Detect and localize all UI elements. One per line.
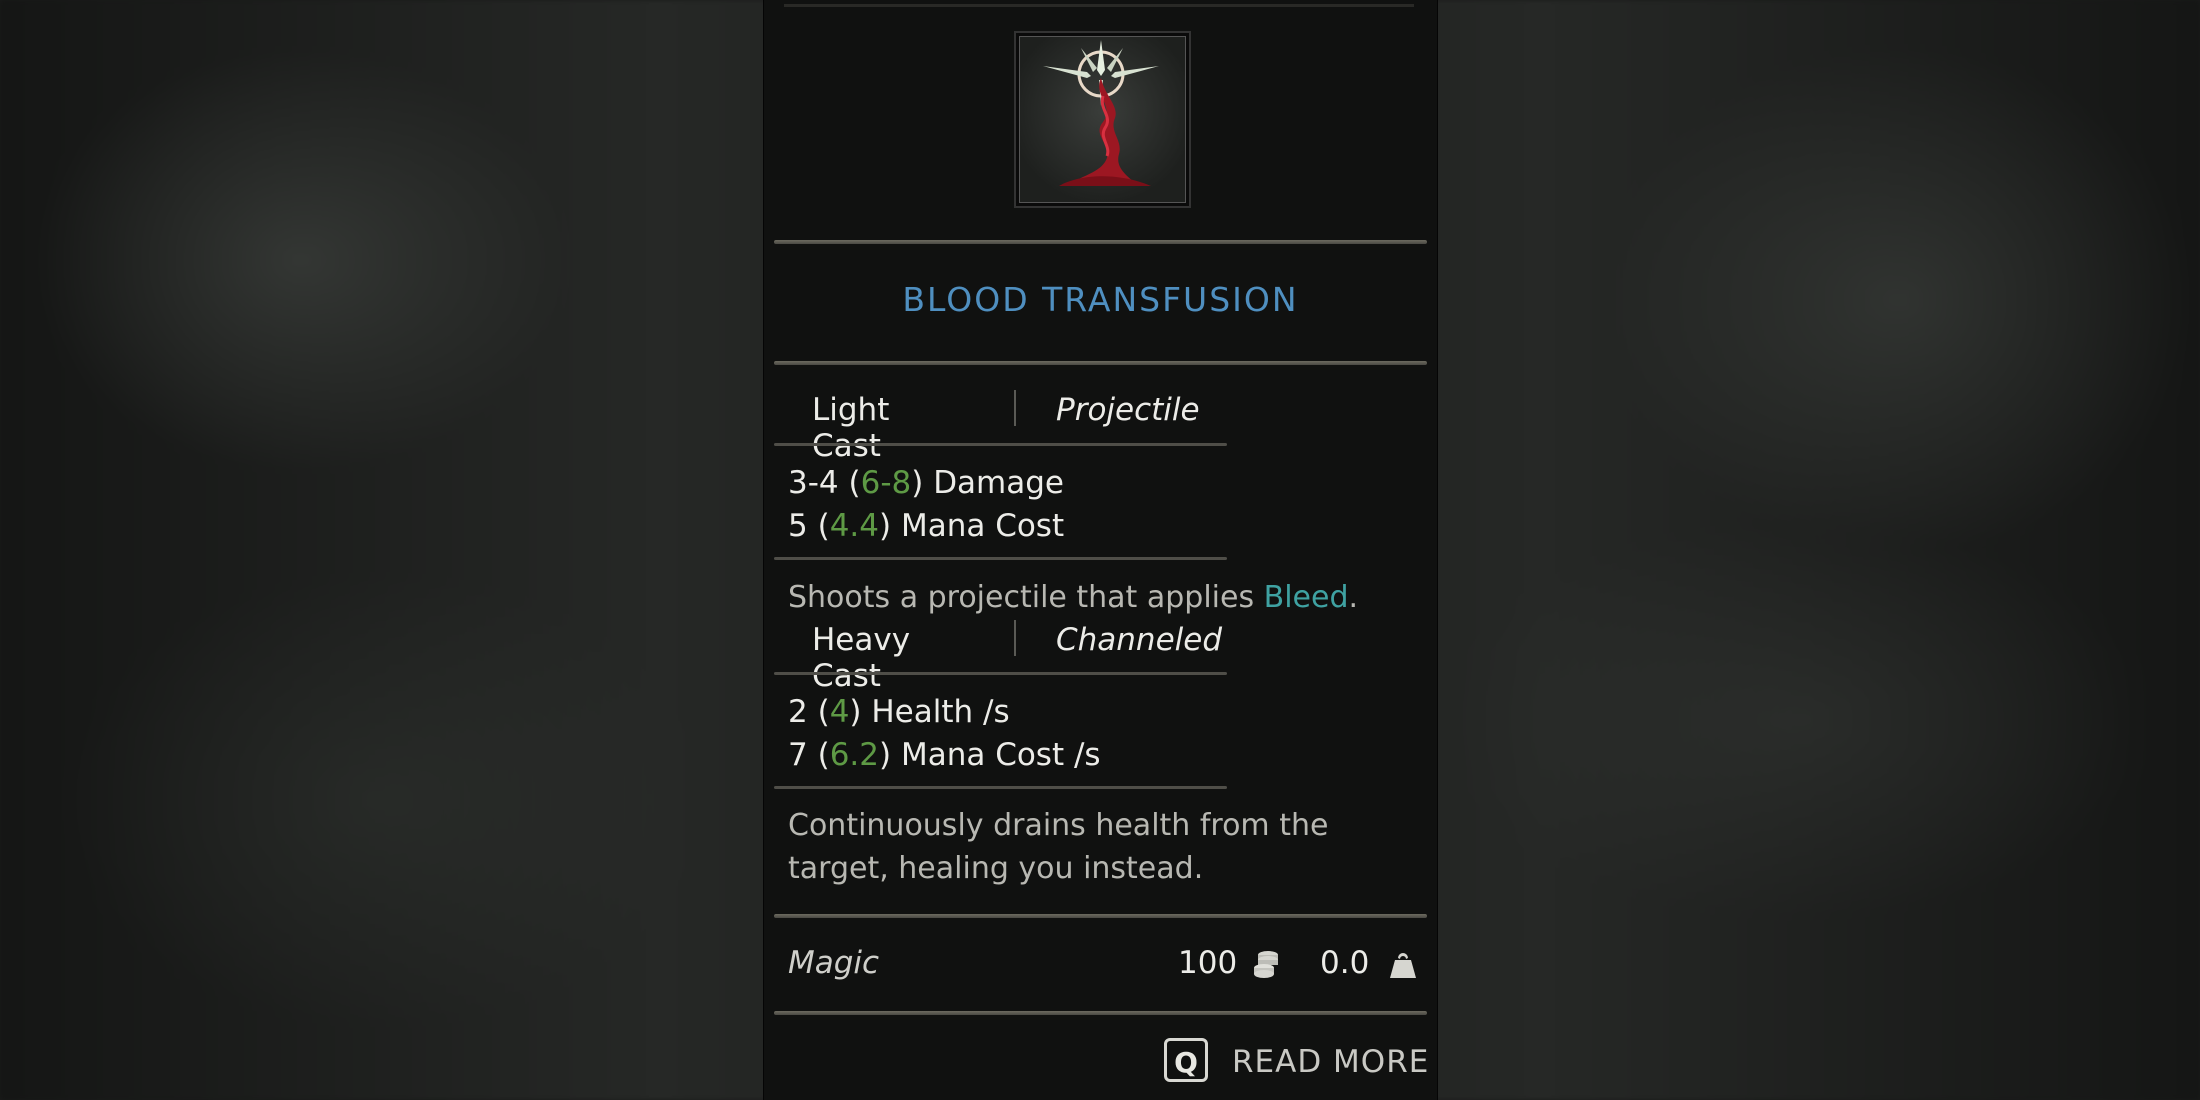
weight-icon <box>1390 953 1416 978</box>
bleed-keyword[interactable]: Bleed <box>1264 580 1349 615</box>
divider <box>774 672 1227 675</box>
separator <box>1014 390 1016 426</box>
heavy-cast-label: Heavy Cast <box>812 622 911 694</box>
divider <box>774 914 1427 918</box>
item-price: 100 <box>1178 945 1238 981</box>
coins-icon <box>1254 951 1278 978</box>
separator <box>1014 620 1016 656</box>
divider <box>774 786 1227 789</box>
bonus-value: 4.4 <box>829 508 879 544</box>
item-tooltip-panel: BLOOD TRANSFUSION Light Cast Projectile … <box>763 0 1438 1100</box>
heavy-cast-health-stat: 2 (4) Health /s <box>788 694 1010 730</box>
light-cast-label: Light Cast <box>812 392 890 464</box>
top-divider <box>784 0 1414 7</box>
light-cast-mana-stat: 5 (4.4) Mana Cost <box>788 508 1065 544</box>
skill-title: BLOOD TRANSFUSION <box>902 280 1299 319</box>
item-weight: 0.0 <box>1320 945 1370 981</box>
divider <box>774 557 1227 560</box>
light-cast-description: Shoots a projectile that applies Bleed. <box>788 580 1359 615</box>
heavy-cast-mana-stat: 7 (6.2) Mana Cost /s <box>788 737 1101 773</box>
blood-transfusion-icon <box>1016 33 1189 206</box>
heavy-cast-description-line-1: Continuously drains health from the <box>788 808 1329 843</box>
heavy-cast-description-line-2: target, healing you instead. <box>788 851 1204 886</box>
q-key-icon[interactable]: Q <box>1164 1038 1208 1082</box>
bonus-value: 6.2 <box>829 737 879 773</box>
divider <box>774 1011 1427 1015</box>
divider <box>774 443 1227 446</box>
bonus-value: 6-8 <box>860 465 912 501</box>
light-cast-kind: Projectile <box>1056 392 1200 428</box>
read-more-button[interactable]: READ MORE <box>1232 1044 1429 1080</box>
bonus-value: 4 <box>829 694 850 730</box>
item-category: Magic <box>788 945 880 981</box>
light-cast-damage-stat: 3-4 (6-8) Damage <box>788 465 1064 501</box>
heavy-cast-kind: Channeled <box>1056 622 1223 658</box>
divider <box>774 240 1427 244</box>
divider <box>774 361 1427 365</box>
